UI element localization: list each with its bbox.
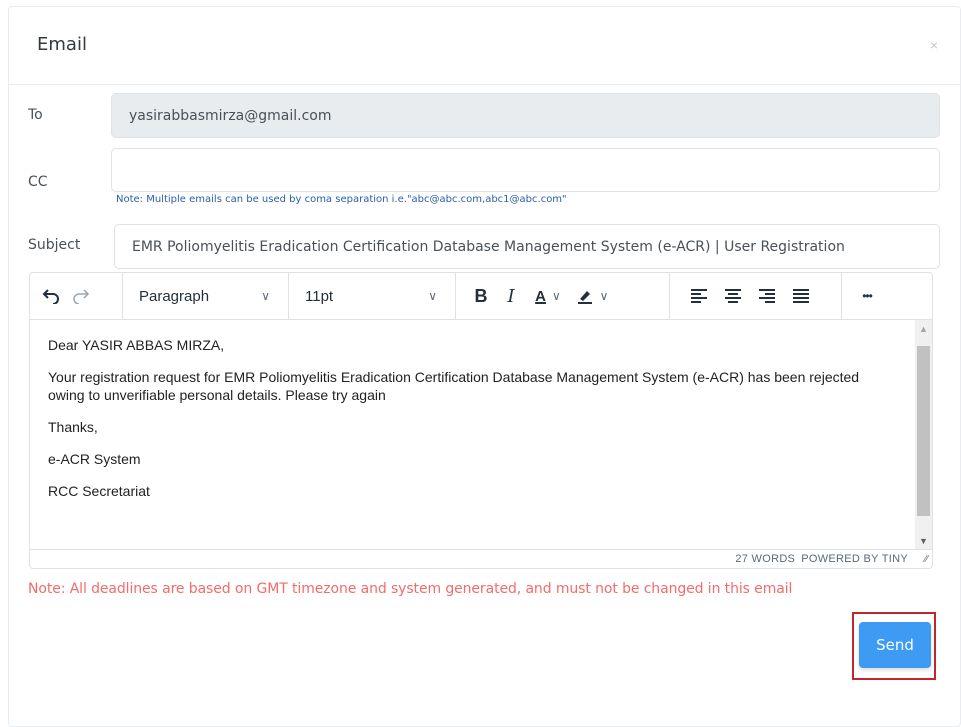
modal-header: Email ×	[9, 7, 960, 85]
email-signature-line-2: RCC Secretariat	[48, 483, 150, 499]
editor-content[interactable]: Dear YASIR ABBAS MIRZA, Your registratio…	[30, 320, 915, 549]
block-format-select[interactable]: Paragraph ∨	[123, 273, 288, 319]
send-button[interactable]: Send	[859, 622, 931, 668]
cc-field[interactable]	[111, 148, 940, 192]
scroll-up-icon[interactable]: ▲	[919, 324, 928, 334]
font-size-select[interactable]: 11pt ∨	[289, 273, 455, 319]
email-message: Your registration request for EMR Poliom…	[48, 369, 860, 403]
scrollbar-thumb[interactable]	[917, 346, 930, 516]
modal-title: Email	[37, 34, 87, 55]
email-greeting: Dear YASIR ABBAS MIRZA,	[48, 337, 225, 353]
word-count: 27 WORDS	[735, 553, 796, 565]
editor-toolbar: Paragraph ∨ 11pt ∨ B I A ∨ ∨ •••	[30, 273, 932, 320]
redo-icon[interactable]	[66, 273, 96, 319]
undo-icon[interactable]	[36, 273, 66, 319]
text-color-icon: A	[535, 287, 547, 305]
text-color-button[interactable]: A ∨	[526, 273, 570, 319]
rich-text-editor: Paragraph ∨ 11pt ∨ B I A ∨ ∨ ••• Dear YA…	[29, 272, 933, 569]
resize-handle-icon[interactable]: ∕∕	[925, 554, 928, 565]
to-field[interactable]: yasirabbasmirza@gmail.com	[111, 93, 940, 138]
font-size-label: 11pt	[305, 287, 334, 305]
cc-label: CC	[28, 174, 48, 190]
email-signature-line-1: e-ACR System	[48, 451, 141, 467]
chevron-down-icon: ∨	[552, 289, 561, 303]
scroll-down-icon[interactable]: ▼	[919, 536, 928, 546]
align-right-icon[interactable]	[750, 273, 784, 319]
block-format-label: Paragraph	[139, 287, 210, 305]
chevron-down-icon: ∨	[428, 289, 437, 303]
editor-statusbar: 27 WORDS POWERED BY TINY	[30, 549, 932, 568]
highlight-color-button[interactable]: ∨	[570, 273, 614, 319]
bold-icon[interactable]: B	[466, 273, 496, 319]
italic-icon[interactable]: I	[496, 273, 526, 319]
subject-label: Subject	[28, 237, 81, 253]
highlight-pen-icon	[577, 291, 592, 304]
deadline-note: Note: All deadlines are based on GMT tim…	[28, 581, 793, 597]
align-left-icon[interactable]	[682, 273, 716, 319]
chevron-down-icon: ∨	[599, 289, 609, 303]
cc-note: Note: Multiple emails can be used by com…	[116, 194, 567, 205]
chevron-down-icon: ∨	[261, 289, 270, 303]
editor-scrollbar[interactable]: ▲ ▼	[915, 320, 932, 549]
subject-field[interactable]: EMR Poliomyelitis Eradication Certificat…	[114, 224, 940, 269]
align-justify-icon[interactable]	[784, 273, 818, 319]
to-label: To	[28, 107, 43, 123]
more-options-icon[interactable]: •••	[852, 273, 882, 319]
close-icon[interactable]: ×	[930, 37, 938, 53]
powered-by-link[interactable]: POWERED BY TINY	[801, 553, 908, 565]
align-center-icon[interactable]	[716, 273, 750, 319]
email-closing: Thanks,	[48, 419, 98, 435]
